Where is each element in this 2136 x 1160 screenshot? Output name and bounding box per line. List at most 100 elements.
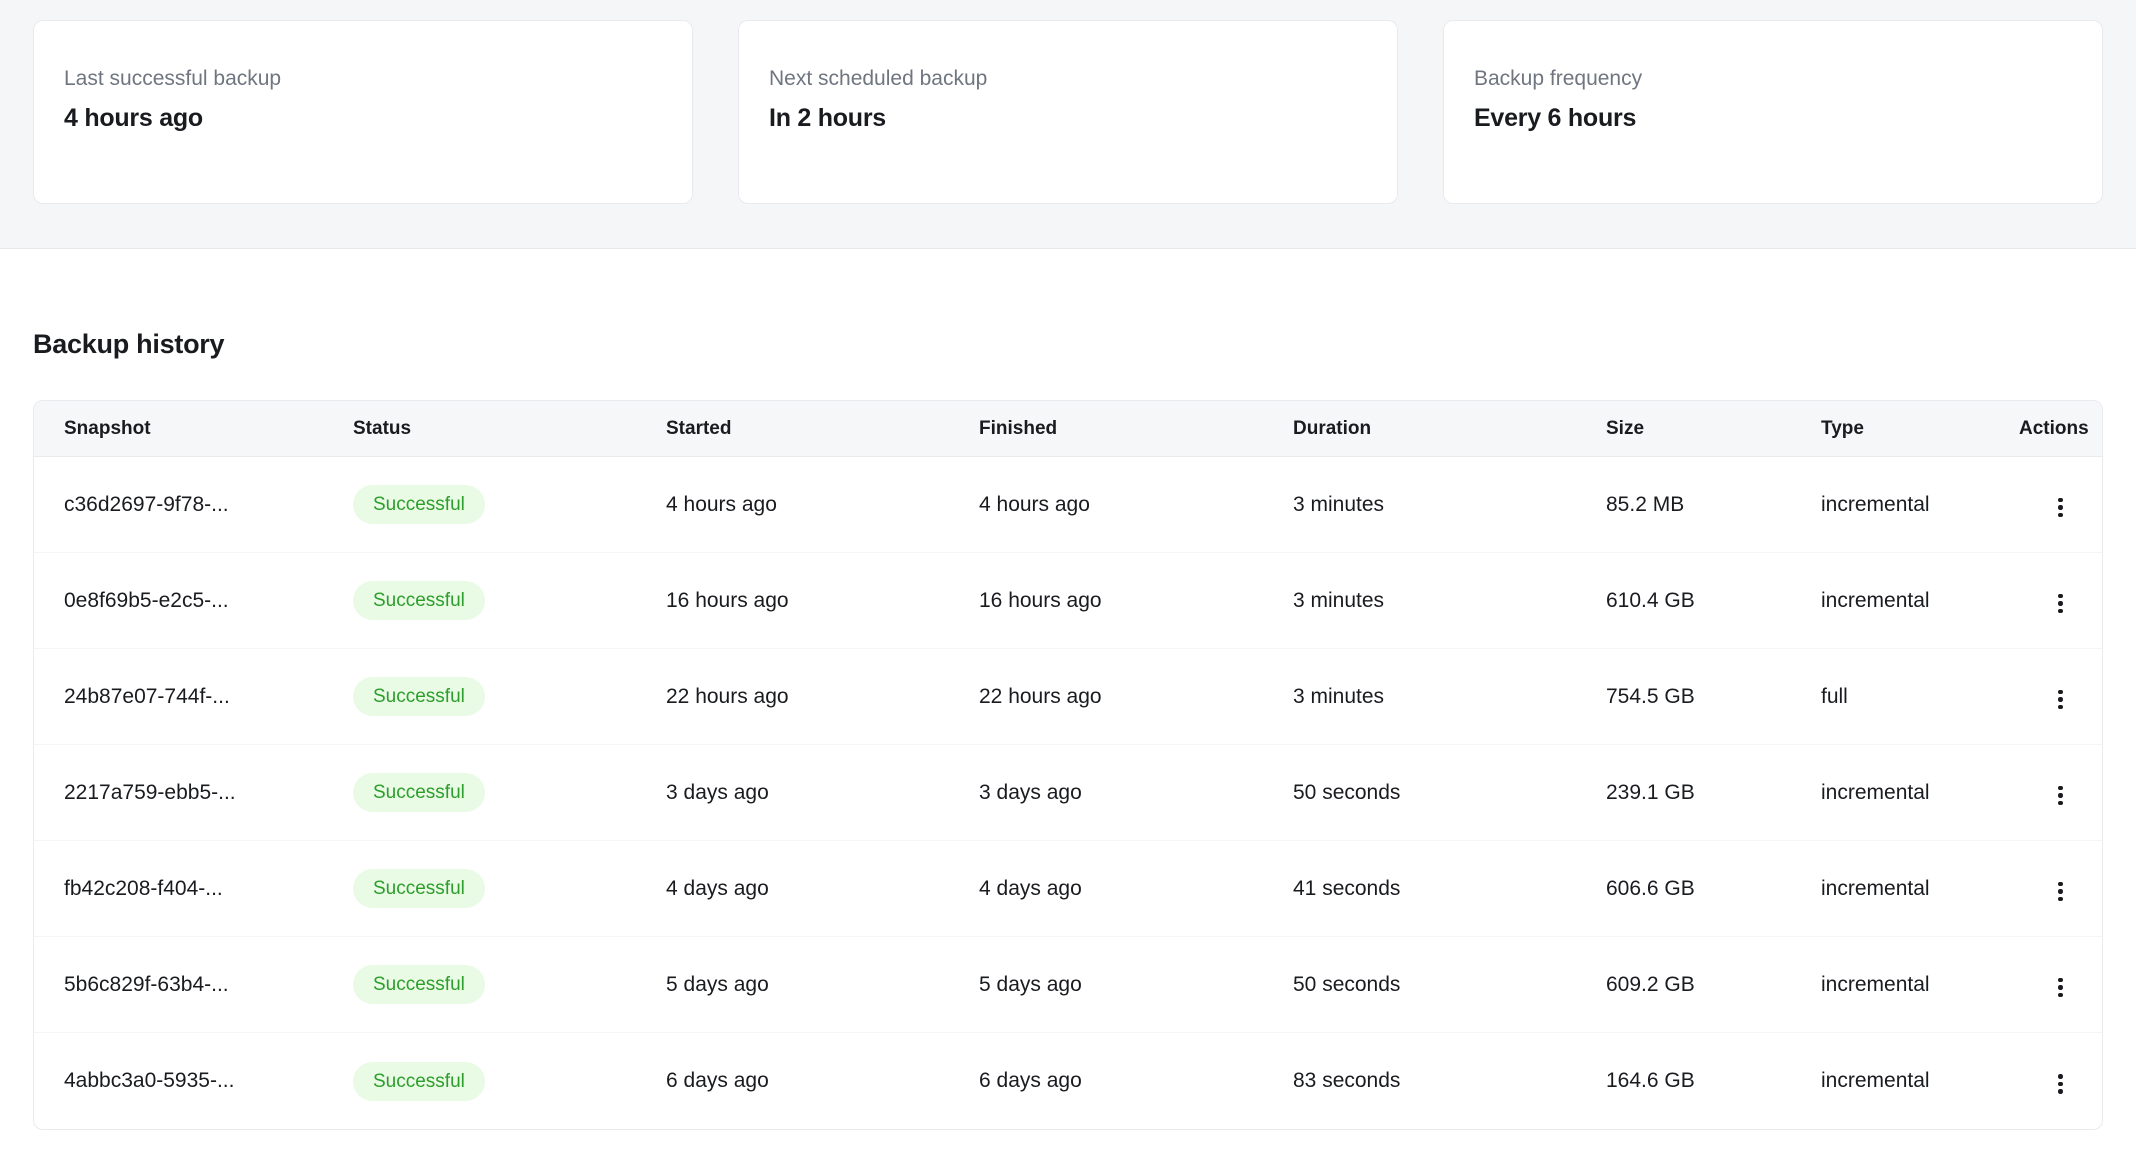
summary-section: Last successful backup 4 hours ago Next … xyxy=(0,0,2136,249)
type-cell: incremental xyxy=(1821,937,2019,1033)
status-badge: Successful xyxy=(353,773,485,812)
table-header-row: Snapshot Status Started Finished Duratio… xyxy=(34,401,2102,457)
row-actions-button[interactable] xyxy=(2046,1066,2075,1102)
kebab-menu-icon xyxy=(2058,786,2063,806)
size-cell: 609.2 GB xyxy=(1606,937,1821,1033)
column-header-status: Status xyxy=(353,401,666,457)
summary-cards: Last successful backup 4 hours ago Next … xyxy=(33,20,2103,204)
status-cell: Successful xyxy=(353,841,666,937)
snapshot-id: 5b6c829f-63b4-... xyxy=(64,973,229,996)
status-badge: Successful xyxy=(353,869,485,908)
finished-cell: 4 days ago xyxy=(979,841,1293,937)
table-row: 4abbc3a0-5935-... Successful 6 days ago … xyxy=(34,1033,2102,1129)
card-label: Last successful backup xyxy=(64,65,662,93)
card-backup-frequency: Backup frequency Every 6 hours xyxy=(1443,20,2103,204)
column-header-size: Size xyxy=(1606,401,1821,457)
status-badge: Successful xyxy=(353,581,485,620)
backup-history-section: Backup history Snapshot Status Started F… xyxy=(0,329,2136,1160)
table-row: 0e8f69b5-e2c5-... Successful 16 hours ag… xyxy=(34,553,2102,649)
started-cell: 4 hours ago xyxy=(666,457,979,553)
column-header-snapshot: Snapshot xyxy=(34,401,353,457)
card-label: Next scheduled backup xyxy=(769,65,1367,93)
snapshot-cell: fb42c208-f404-... xyxy=(34,841,353,937)
card-value: In 2 hours xyxy=(769,102,1367,135)
column-header-duration: Duration xyxy=(1293,401,1606,457)
row-actions-button[interactable] xyxy=(2046,778,2075,814)
status-badge: Successful xyxy=(353,965,485,1004)
started-cell: 4 days ago xyxy=(666,841,979,937)
card-next-scheduled-backup: Next scheduled backup In 2 hours xyxy=(738,20,1398,204)
duration-cell: 50 seconds xyxy=(1293,745,1606,841)
table-body: c36d2697-9f78-... Successful 4 hours ago… xyxy=(34,457,2102,1129)
size-cell: 164.6 GB xyxy=(1606,1033,1821,1129)
table-row: fb42c208-f404-... Successful 4 days ago … xyxy=(34,841,2102,937)
row-actions-button[interactable] xyxy=(2046,586,2075,622)
type-cell: incremental xyxy=(1821,745,2019,841)
kebab-menu-icon xyxy=(2058,690,2063,710)
status-cell: Successful xyxy=(353,745,666,841)
status-cell: Successful xyxy=(353,937,666,1033)
kebab-menu-icon xyxy=(2058,882,2063,902)
column-header-finished: Finished xyxy=(979,401,1293,457)
snapshot-id: c36d2697-9f78-... xyxy=(64,493,229,516)
snapshot-id: 2217a759-ebb5-... xyxy=(64,781,236,804)
size-cell: 85.2 MB xyxy=(1606,457,1821,553)
kebab-menu-icon xyxy=(2058,594,2063,614)
actions-cell xyxy=(2019,553,2102,649)
row-actions-button[interactable] xyxy=(2046,490,2075,526)
card-label: Backup frequency xyxy=(1474,65,2072,93)
column-header-type: Type xyxy=(1821,401,2019,457)
started-cell: 16 hours ago xyxy=(666,553,979,649)
started-cell: 6 days ago xyxy=(666,1033,979,1129)
status-cell: Successful xyxy=(353,553,666,649)
column-header-started: Started xyxy=(666,401,979,457)
snapshot-id: 4abbc3a0-5935-... xyxy=(64,1069,234,1092)
snapshot-cell: 5b6c829f-63b4-... xyxy=(34,937,353,1033)
type-cell: incremental xyxy=(1821,553,2019,649)
duration-cell: 3 minutes xyxy=(1293,553,1606,649)
started-cell: 5 days ago xyxy=(666,937,979,1033)
actions-cell xyxy=(2019,457,2102,553)
table-row: 2217a759-ebb5-... Successful 3 days ago … xyxy=(34,745,2102,841)
duration-cell: 50 seconds xyxy=(1293,937,1606,1033)
size-cell: 606.6 GB xyxy=(1606,841,1821,937)
kebab-menu-icon xyxy=(2058,498,2063,518)
size-cell: 610.4 GB xyxy=(1606,553,1821,649)
row-actions-button[interactable] xyxy=(2046,682,2075,718)
card-value: Every 6 hours xyxy=(1474,102,2072,135)
snapshot-cell: 24b87e07-744f-... xyxy=(34,649,353,745)
type-cell: full xyxy=(1821,649,2019,745)
started-cell: 3 days ago xyxy=(666,745,979,841)
status-badge: Successful xyxy=(353,677,485,716)
snapshot-cell: c36d2697-9f78-... xyxy=(34,457,353,553)
table-row: c36d2697-9f78-... Successful 4 hours ago… xyxy=(34,457,2102,553)
actions-cell xyxy=(2019,937,2102,1033)
finished-cell: 16 hours ago xyxy=(979,553,1293,649)
snapshot-id: 24b87e07-744f-... xyxy=(64,685,230,708)
actions-cell xyxy=(2019,649,2102,745)
kebab-menu-icon xyxy=(2058,978,2063,998)
snapshot-cell: 0e8f69b5-e2c5-... xyxy=(34,553,353,649)
snapshot-cell: 4abbc3a0-5935-... xyxy=(34,1033,353,1129)
card-last-successful-backup: Last successful backup 4 hours ago xyxy=(33,20,693,204)
snapshot-id: fb42c208-f404-... xyxy=(64,877,223,900)
table-row: 5b6c829f-63b4-... Successful 5 days ago … xyxy=(34,937,2102,1033)
duration-cell: 3 minutes xyxy=(1293,457,1606,553)
started-cell: 22 hours ago xyxy=(666,649,979,745)
status-cell: Successful xyxy=(353,1033,666,1129)
duration-cell: 83 seconds xyxy=(1293,1033,1606,1129)
row-actions-button[interactable] xyxy=(2046,970,2075,1006)
size-cell: 754.5 GB xyxy=(1606,649,1821,745)
snapshot-cell: 2217a759-ebb5-... xyxy=(34,745,353,841)
actions-cell xyxy=(2019,841,2102,937)
type-cell: incremental xyxy=(1821,841,2019,937)
size-cell: 239.1 GB xyxy=(1606,745,1821,841)
row-actions-button[interactable] xyxy=(2046,874,2075,910)
finished-cell: 4 hours ago xyxy=(979,457,1293,553)
actions-cell xyxy=(2019,745,2102,841)
finished-cell: 22 hours ago xyxy=(979,649,1293,745)
backup-history-title: Backup history xyxy=(33,329,2103,360)
table-row: 24b87e07-744f-... Successful 22 hours ag… xyxy=(34,649,2102,745)
finished-cell: 6 days ago xyxy=(979,1033,1293,1129)
finished-cell: 3 days ago xyxy=(979,745,1293,841)
